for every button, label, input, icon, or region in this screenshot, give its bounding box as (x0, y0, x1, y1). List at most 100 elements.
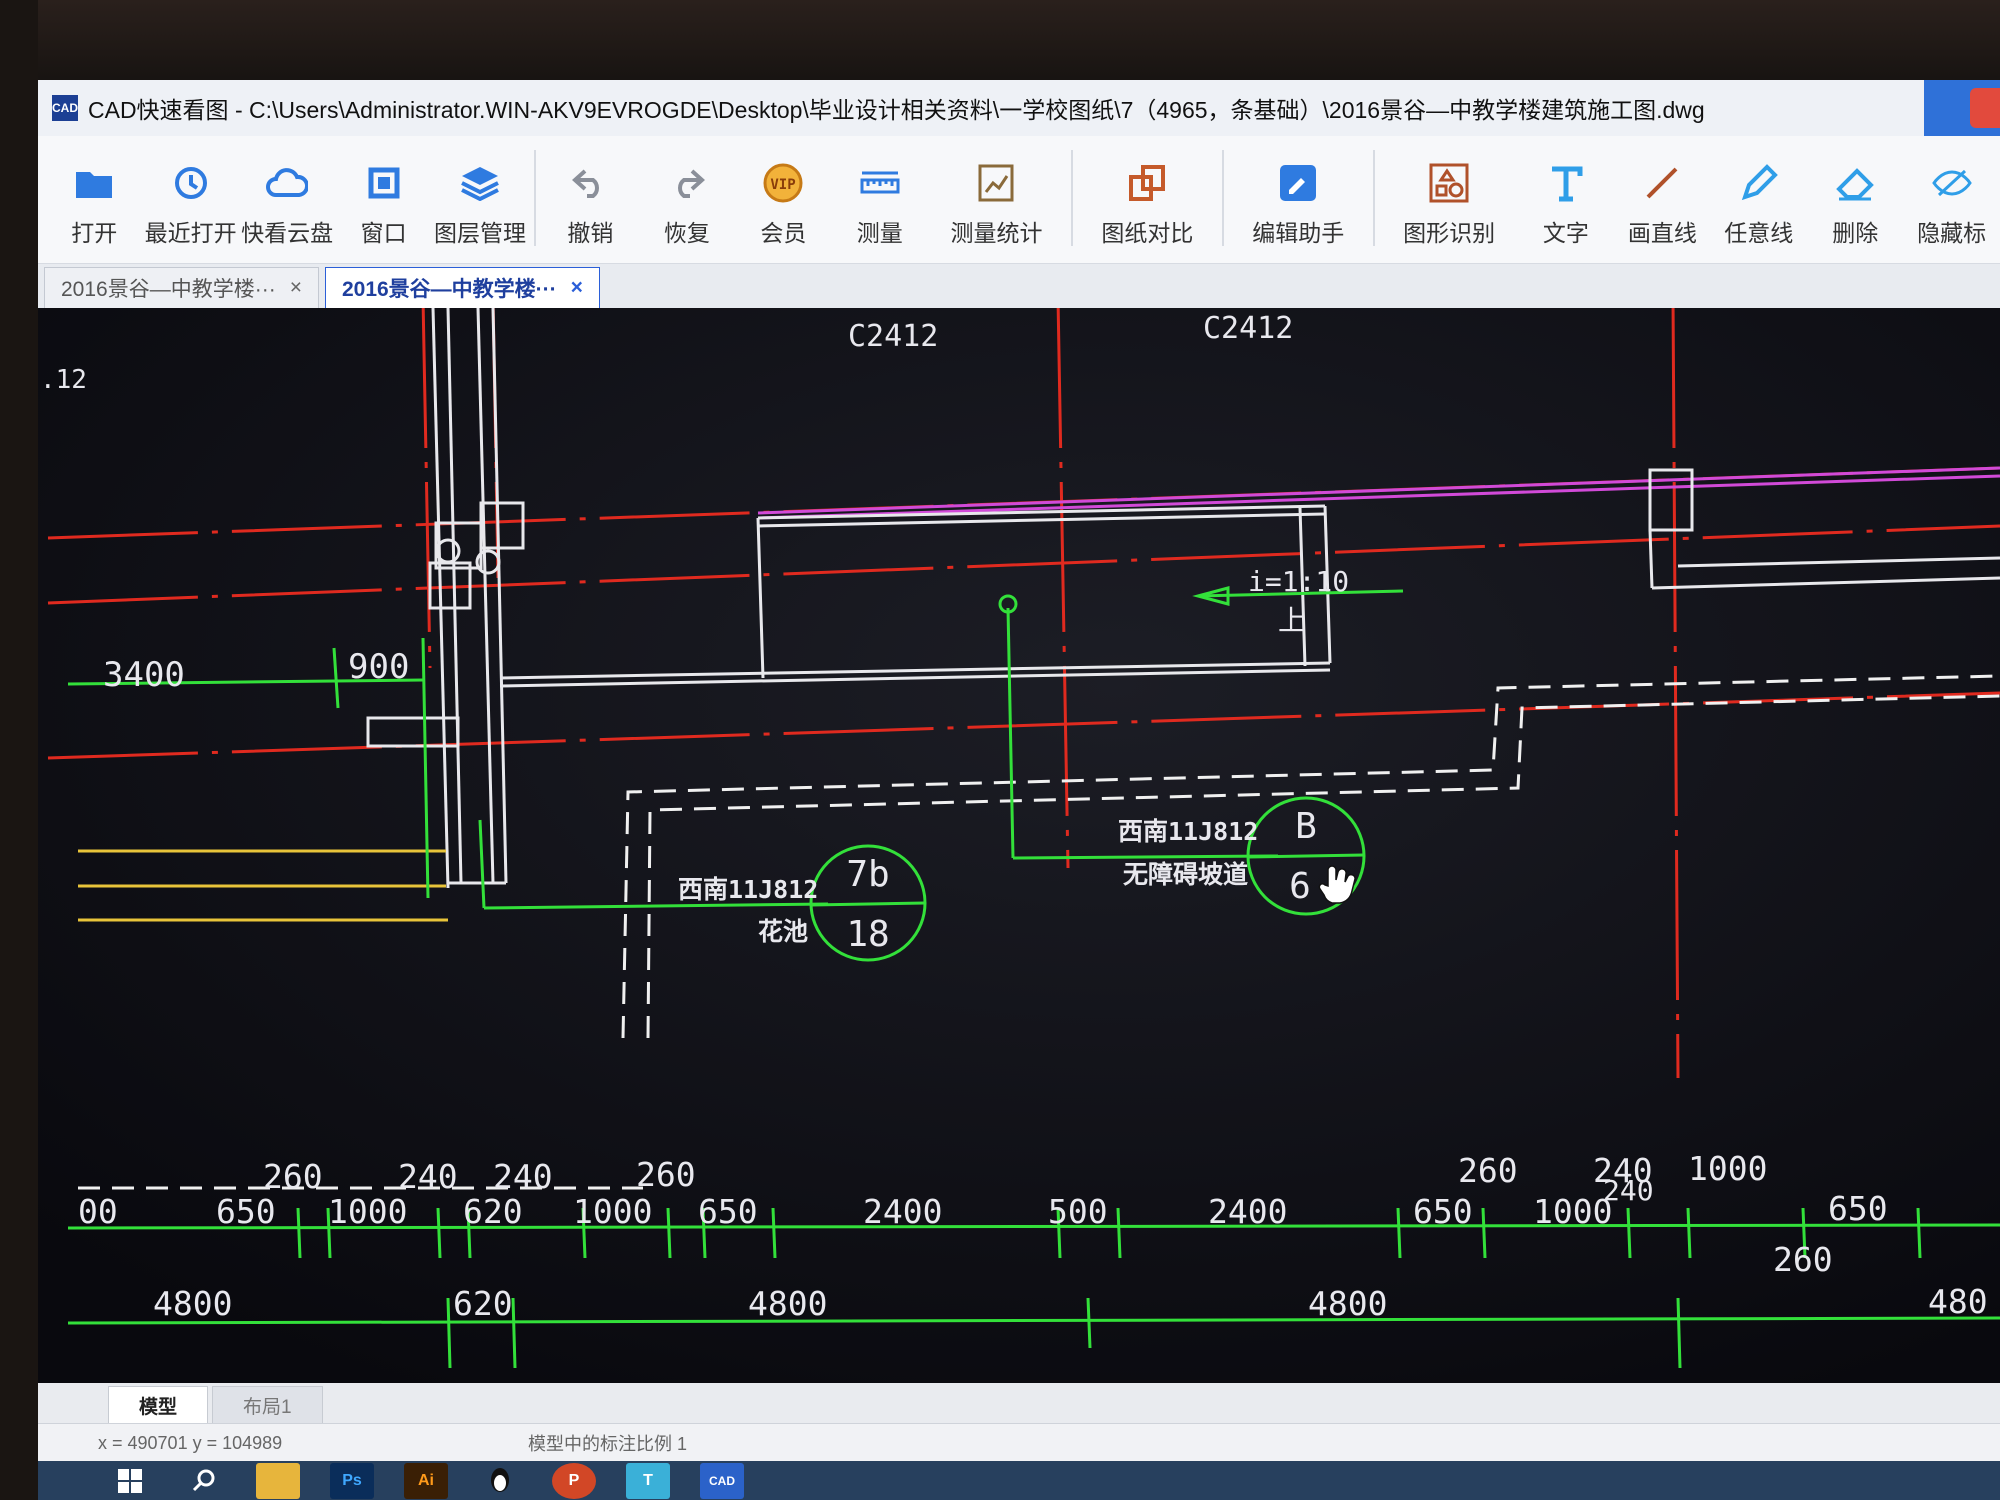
eraser-icon (1834, 162, 1876, 204)
cursor-coordinates: x = 490701 y = 104989 (98, 1432, 283, 1453)
undo-button[interactable]: 撤销 (542, 136, 638, 260)
svg-text:VIP: VIP (771, 177, 796, 193)
dimension-label: 1000 (328, 1192, 407, 1231)
status-bar: x = 490701 y = 104989 模型中的标注比例 1 (38, 1423, 2000, 1462)
layout-tabs: 模型 布局1 (38, 1383, 2000, 1423)
line-label: 画直线 (1627, 220, 1697, 246)
hide-mark-label: 隐藏标 (1917, 220, 1987, 246)
layers-button[interactable]: 图层管理 (432, 136, 528, 260)
line-icon (1641, 162, 1683, 204)
redo-button[interactable]: 恢复 (639, 136, 735, 260)
dimension-label: 4800 (748, 1284, 827, 1323)
undo-icon (569, 162, 611, 204)
text-icon (1545, 162, 1587, 204)
line-button[interactable]: 画直线 (1614, 136, 1710, 260)
document-tab-1[interactable]: 2016景谷—中教学楼··· × (44, 267, 319, 308)
monitor-bezel-top (0, 0, 2000, 92)
dimension-label: 260 (636, 1155, 696, 1194)
cloud-button[interactable]: 快看云盘 (239, 136, 335, 260)
callout-ref-text: 西南11J812 (678, 875, 818, 904)
window-icon (363, 162, 405, 204)
dimension-label: 4800 (153, 1284, 232, 1323)
dimension-label: 4800 (1308, 1284, 1387, 1323)
delete-button[interactable]: 删除 (1807, 136, 1903, 260)
document-tab-label: 2016景谷—中教学楼··· (61, 278, 276, 301)
eye-hidden-icon (1931, 162, 1973, 204)
freeline-button[interactable]: 任意线 (1711, 136, 1807, 260)
layers-icon (459, 162, 501, 204)
powerpoint-icon[interactable]: P (552, 1462, 596, 1499)
callout-bottom-text: 18 (846, 914, 889, 955)
layout1-tab[interactable]: 布局1 (212, 1386, 323, 1423)
cad-viewer-icon[interactable]: CAD (700, 1462, 744, 1499)
measure-stats-icon (975, 162, 1017, 204)
edit-helper-label: 编辑助手 (1252, 220, 1345, 246)
edge-label: .12 (40, 365, 87, 395)
document-tab-label: 2016景谷—中教学楼··· (341, 278, 557, 301)
edit-helper-button[interactable]: 编辑助手 (1230, 136, 1367, 260)
shape-recognition-button[interactable]: 图形识别 (1381, 136, 1518, 260)
dimension-label: 3400 (103, 655, 185, 695)
redo-label: 恢复 (663, 220, 710, 246)
dimension-label: 1000 (1533, 1192, 1612, 1231)
monitor-bezel-left (0, 0, 38, 1500)
text-button[interactable]: 文字 (1518, 136, 1614, 260)
search-icon[interactable] (182, 1463, 226, 1499)
cad-drawing[interactable]: 7b 18 西南11J812 花池 B 6 西南11J812 无障碍坡道 C24… (38, 297, 2000, 1383)
account-badge-icon[interactable] (1924, 80, 2000, 136)
shape-recognition-label: 图形识别 (1403, 220, 1496, 246)
photoshop-icon[interactable]: Ps (330, 1462, 374, 1499)
window-tag-label: C2412 (848, 319, 938, 354)
dimension-label: 260 (1458, 1151, 1518, 1190)
windows-start-icon[interactable] (108, 1463, 152, 1499)
illustrator-icon[interactable]: Ai (404, 1462, 448, 1499)
toolbar-separator (1070, 150, 1073, 246)
cloud-label: 快看云盘 (241, 220, 334, 246)
text-label: 文字 (1542, 220, 1589, 246)
screen: CAD CAD快速看图 - C:\Users\Administrator.WIN… (38, 80, 2000, 1500)
close-icon[interactable]: × (571, 276, 583, 300)
document-tab-2[interactable]: 2016景谷—中教学楼··· × (324, 267, 600, 308)
callout-ref-text: 西南11J812 (1118, 817, 1258, 846)
dimension-label: 500 (1048, 1192, 1108, 1231)
recent-button[interactable]: 最近打开 (142, 136, 238, 260)
ribbon-toolbar: 打开 最近打开 快看云盘 窗口 图层管理 撤销 恢复 VIP 会员 测量 测量统… (38, 136, 2000, 264)
compare-icon (1126, 162, 1168, 204)
vip-icon: VIP (762, 162, 804, 204)
vip-button[interactable]: VIP 会员 (735, 136, 831, 260)
annotation-scale: 模型中的标注比例 1 (528, 1434, 688, 1454)
callout-bottom-text: 6 (1289, 866, 1311, 907)
typora-icon[interactable]: T (626, 1462, 670, 1499)
app-icon: CAD (52, 95, 78, 121)
dimension-label: 620 (463, 1192, 523, 1231)
file-explorer-icon[interactable] (256, 1462, 300, 1499)
layers-label: 图层管理 (434, 220, 527, 246)
callout-desc-text: 无障碍坡道 (1123, 860, 1248, 889)
clock-history-icon (170, 162, 212, 204)
dimension-label: 2400 (1208, 1192, 1287, 1231)
measure-stats-button[interactable]: 测量统计 (928, 136, 1065, 260)
callout-top-text: B (1295, 806, 1317, 847)
model-tab[interactable]: 模型 (108, 1386, 209, 1423)
toolbar-separator (534, 150, 537, 246)
callout-desc-text: 花池 (758, 917, 808, 946)
qq-penguin-icon[interactable] (478, 1463, 522, 1499)
dimension-label: 1000 (573, 1192, 652, 1231)
measure-button[interactable]: 测量 (832, 136, 928, 260)
shape-recognition-icon (1428, 162, 1470, 204)
close-icon[interactable]: × (290, 276, 302, 300)
measure-label: 测量 (856, 220, 903, 246)
folder-icon (73, 162, 115, 204)
dimension-label: 260 (1773, 1240, 1833, 1279)
hide-mark-button[interactable]: 隐藏标 (1903, 136, 1999, 260)
window-title: CAD快速看图 - C:\Users\Administrator.WIN-AKV… (88, 97, 1705, 123)
drawing-canvas[interactable]: 7b 18 西南11J812 花池 B 6 西南11J812 无障碍坡道 C24… (38, 297, 2000, 1383)
window-button[interactable]: 窗口 (335, 136, 431, 260)
dimension-label: 650 (1413, 1192, 1473, 1231)
open-label: 打开 (71, 220, 118, 246)
dimension-label: 260 (263, 1157, 323, 1196)
compare-button[interactable]: 图纸对比 (1079, 136, 1216, 260)
slope-up-label: 上 (1278, 604, 1306, 637)
cloud-icon (266, 162, 309, 204)
open-button[interactable]: 打开 (46, 136, 142, 260)
